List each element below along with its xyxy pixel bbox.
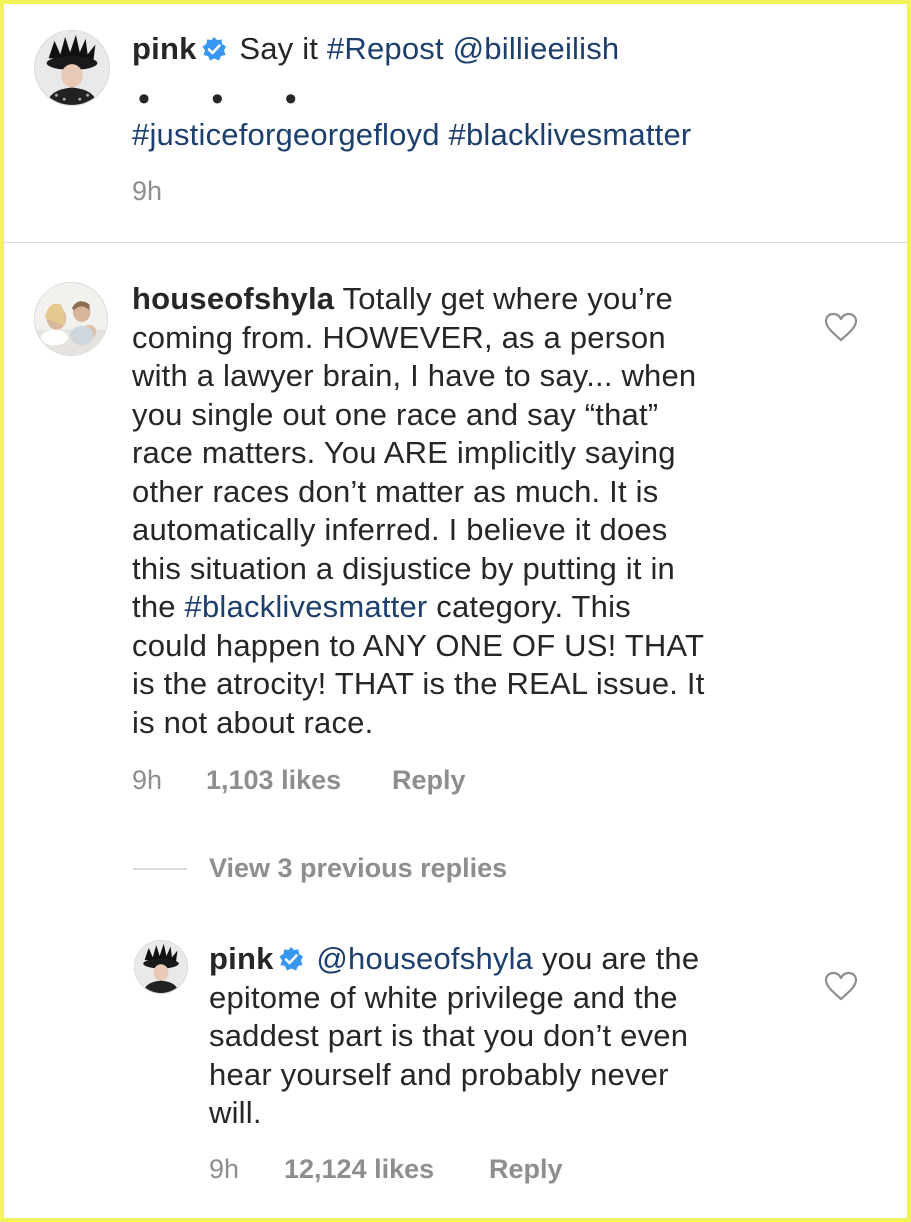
verified-badge-icon bbox=[201, 36, 227, 62]
comment-text: the bbox=[132, 589, 176, 624]
verified-badge-icon bbox=[278, 946, 304, 972]
caption-dots: • • • bbox=[138, 80, 323, 118]
reply-line-5: will. bbox=[209, 1095, 262, 1130]
post-hashtags-line: #justiceforgeorgefloyd #blacklivesmatter bbox=[132, 116, 691, 155]
reply-reply-button[interactable]: Reply bbox=[489, 1154, 563, 1185]
comment-line-1: houseofshyla Totally get where you’re bbox=[132, 280, 673, 319]
comment-line-10: could happen to ANY ONE OF US! THAT bbox=[132, 627, 705, 663]
comment-timestamp: 9h bbox=[132, 765, 163, 795]
caption-divider bbox=[0, 242, 911, 243]
reply-likes-count[interactable]: 12,124 likes bbox=[284, 1154, 434, 1185]
view-previous-replies-button[interactable]: View 3 previous replies bbox=[209, 853, 507, 884]
comment-likes-text: 1,103 likes bbox=[206, 765, 342, 795]
reply-likes-text: 12,124 likes bbox=[284, 1154, 435, 1184]
comment-text: category. This bbox=[436, 589, 631, 624]
pink-avatar[interactable] bbox=[34, 30, 110, 106]
reply-line-4: hear yourself and probably never bbox=[209, 1056, 669, 1092]
reply-line-1: pink @houseofshyla you are the bbox=[209, 940, 699, 979]
comment-line-5: race matters. You ARE implicitly saying bbox=[132, 435, 676, 470]
reply-text: you are the bbox=[541, 941, 700, 976]
comment-line-3: with a lawyer brain, I have to say... wh… bbox=[132, 358, 697, 393]
post-caption-text: Say it bbox=[239, 31, 319, 66]
view-replies-line bbox=[133, 868, 187, 870]
hashtag-blacklivesmatter-comment[interactable]: #blacklivesmatter bbox=[185, 589, 428, 624]
reply-line-3: saddest part is that you don’t even bbox=[209, 1018, 689, 1053]
comment-username[interactable]: houseofshyla bbox=[132, 281, 334, 316]
view-previous-replies-label: View 3 previous replies bbox=[209, 853, 508, 883]
hashtag-blacklivesmatter[interactable]: #blacklivesmatter bbox=[449, 117, 692, 152]
comment-line-7: automatically inferred. I believe it doe… bbox=[132, 512, 668, 547]
reply-like-heart-icon[interactable] bbox=[824, 971, 858, 1001]
hashtag-repost[interactable]: #Repost bbox=[327, 31, 444, 66]
comment-line-4: you single out one race and say “that” bbox=[132, 396, 659, 432]
post-caption-line: pink Say it #Repost @billieeilish bbox=[132, 30, 619, 69]
comment-text: Totally get where you’re bbox=[342, 281, 673, 316]
comment-line-2: coming from. HOWEVER, as a person bbox=[132, 319, 666, 355]
comment-reply-button[interactable]: Reply bbox=[392, 765, 466, 796]
reply-line-2: epitome of white privilege and the bbox=[209, 979, 678, 1015]
comment-line-9: the #blacklivesmatter category. This bbox=[132, 588, 631, 627]
pink-reply-avatar[interactable] bbox=[134, 940, 188, 994]
comment-reply-label: Reply bbox=[392, 765, 466, 795]
comment-likes-count[interactable]: 1,103 likes bbox=[206, 765, 341, 796]
hashtag-justiceforgeorgefloyd[interactable]: #justiceforgeorgefloyd bbox=[132, 117, 440, 152]
comment-like-heart-icon[interactable] bbox=[824, 312, 858, 342]
mention-billieeilish[interactable]: @billieeilish bbox=[453, 31, 620, 66]
reply-reply-label: Reply bbox=[489, 1154, 563, 1184]
comment-line-8: this situation a disjustice by putting i… bbox=[132, 550, 675, 586]
reply-username[interactable]: pink bbox=[209, 941, 274, 976]
comment-line-6: other races don’t matter as much. It is bbox=[132, 473, 659, 509]
houseofshyla-avatar[interactable] bbox=[34, 282, 108, 356]
comment-line-11: is the atrocity! THAT is the REAL issue.… bbox=[132, 666, 705, 701]
reply-timestamp: 9h bbox=[209, 1154, 240, 1184]
mention-houseofshyla[interactable]: @houseofshyla bbox=[316, 941, 533, 976]
comment-line-12: is not about race. bbox=[132, 704, 374, 740]
post-username[interactable]: pink bbox=[132, 31, 197, 66]
post-timestamp: 9h bbox=[132, 176, 163, 206]
